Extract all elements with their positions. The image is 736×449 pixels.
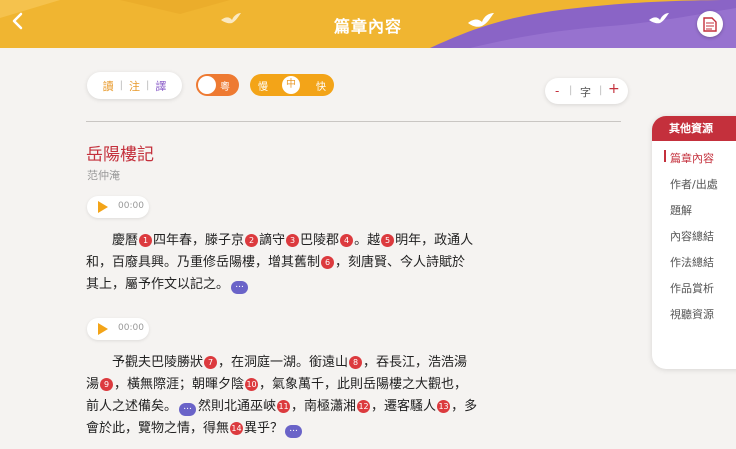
annotation-marker[interactable]: 14 [230,422,244,435]
text-segment: 巴陵郡 [300,233,340,248]
paragraph: 予觀夫巴陵勝狀 7 ，在洞庭一湖。銜遠山 8 ，吞長江，浩浩湯湯 9 ，橫無際涯；朝暉夕陰 1… [86,352,621,440]
comment-bubble-icon[interactable]: ... [285,425,303,438]
text-segment: 慶曆 [86,233,139,248]
annotation-marker[interactable]: 6 [321,256,335,269]
mode-tabs: 讀 | 注 | 譯 [87,72,182,99]
audio-time: 00:00 [118,323,144,333]
text-line: 予觀夫巴陵勝狀 7 ，在洞庭一湖。銜遠山 8 ，吞長江，浩浩湯 [86,352,467,374]
speed-medium[interactable]: 中 [282,76,300,94]
annotation-marker[interactable]: 13 [437,400,451,413]
annotation-marker[interactable]: 1 [139,234,153,247]
play-icon[interactable] [98,201,108,213]
tab-read[interactable]: 讀 [97,78,120,94]
text-line: 會於此，覽物之情，得無 14 異乎？... [86,418,304,440]
text-segment: ，吞長江，浩浩湯 [363,355,468,370]
comment-bubble-icon[interactable]: ... [231,281,249,294]
document-button[interactable] [697,11,723,37]
sidebar-item-author[interactable]: 作者/出處 [670,176,718,192]
sidebar-item-technique-summary[interactable]: 作法總結 [670,254,714,270]
text-segment: ，遷客騷人 [371,399,437,414]
text-segment: ，在洞庭一湖。銜遠山 [218,355,349,370]
toggle-knob [198,76,216,94]
annotation-marker[interactable]: 7 [204,356,218,369]
play-icon[interactable] [98,323,108,335]
annotation-marker[interactable]: 11 [277,400,291,413]
text-segment: ，刻唐賢、今人詩賦於 [335,255,466,270]
text-segment: ，多 [451,399,478,414]
font-decrease-button[interactable]: - [555,84,559,98]
resources-sidebar: 其他資源 篇章內容 作者/出處 題解 內容總結 作法總結 作品賞析 視聽資源 [652,116,736,369]
annotation-marker[interactable]: 4 [340,234,354,247]
text-segment: ，橫無際涯；朝暉夕陰 [114,377,245,392]
sidebar-item-explanation[interactable]: 題解 [670,202,692,218]
font-size-separator: | [599,85,603,96]
text-segment: 異乎？ [244,421,284,436]
comment-bubble-icon[interactable]: ... [179,403,197,416]
font-size-label: 字 [580,86,591,99]
text-segment: 。越 [354,233,381,248]
top-bar: 篇章內容 [0,0,736,48]
text-segment: 湯 [86,377,100,392]
text-segment: ，氣象萬千，此則岳陽樓之大觀也， [259,377,468,392]
annotation-marker[interactable]: 10 [245,378,259,391]
text-segment: 其上，屬予作文以記之。 [86,277,230,292]
text-segment: 謫守 [259,233,286,248]
article-author: 范仲淹 [87,169,120,182]
article-title: 岳陽樓記 [86,145,154,165]
text-line: 前人之述備矣。... 然則北通巫峽 11 ，南極瀟湘 12 ，遷客騷人 13 ，多 [86,396,477,418]
annotation-marker[interactable]: 2 [245,234,259,247]
text-segment: 四年春，滕子京 [153,233,245,248]
text-segment: ，南極瀟湘 [291,399,357,414]
audio-player[interactable]: 00:00 [87,196,149,218]
font-size-separator: | [569,85,573,96]
dialect-toggle[interactable]: 粵 [196,74,239,96]
text-line: 和，百廢具興。乃重修岳陽樓，增其舊制 6 ，刻唐賢、今人詩賦於 [86,252,465,274]
annotation-marker[interactable]: 8 [349,356,363,369]
active-marker [664,150,666,162]
speed-fast[interactable]: 快 [316,78,326,93]
sidebar-item-content[interactable]: 篇章內容 [670,150,714,166]
text-line: 其上，屬予作文以記之。... [86,274,250,296]
text-segment: 然則北通巫峽 [198,399,277,414]
tab-translation[interactable]: 譯 [149,78,172,94]
sidebar-heading: 其他資源 [652,116,736,141]
tab-notes[interactable]: 注 [123,78,146,94]
page-title: 篇章內容 [333,17,402,36]
annotation-marker[interactable]: 3 [286,234,300,247]
text-segment: 前人之述備矣。 [86,399,178,414]
paragraph: 慶曆 1 四年春，滕子京 2 謫守 3 巴陵郡 4 。越 5 明年，政通人 和，百廢具興。乃重修岳陽樓… [86,230,621,296]
annotation-marker[interactable]: 12 [357,400,371,413]
speed-selector: 慢 中 快 [250,74,334,96]
font-increase-button[interactable]: + [608,81,620,97]
annotation-marker[interactable]: 9 [100,378,114,391]
text-segment: 和，百廢具興。乃重修岳陽樓，增其舊制 [86,255,321,270]
text-line: 湯 9 ，橫無際涯；朝暉夕陰 10 ，氣象萬千，此則岳陽樓之大觀也， [86,374,467,396]
sidebar-item-media[interactable]: 視聽資源 [670,306,714,322]
dialect-toggle-label: 粵 [220,82,230,93]
document-icon [703,17,717,32]
sidebar-item-appreciation[interactable]: 作品賞析 [670,280,714,296]
sidebar-item-content-summary[interactable]: 內容總結 [670,228,714,244]
text-segment: 會於此，覽物之情，得無 [86,421,230,436]
speed-slow[interactable]: 慢 [258,78,268,93]
font-size-control: - | 字 | + [545,78,628,104]
text-segment: 予觀夫巴陵勝狀 [86,355,204,370]
text-segment: 明年，政通人 [395,233,474,248]
divider [86,121,621,122]
audio-time: 00:00 [118,201,144,211]
annotation-marker[interactable]: 5 [381,234,395,247]
text-line: 慶曆 1 四年春，滕子京 2 謫守 3 巴陵郡 4 。越 5 明年，政通人 [86,230,473,252]
audio-player[interactable]: 00:00 [87,318,149,340]
